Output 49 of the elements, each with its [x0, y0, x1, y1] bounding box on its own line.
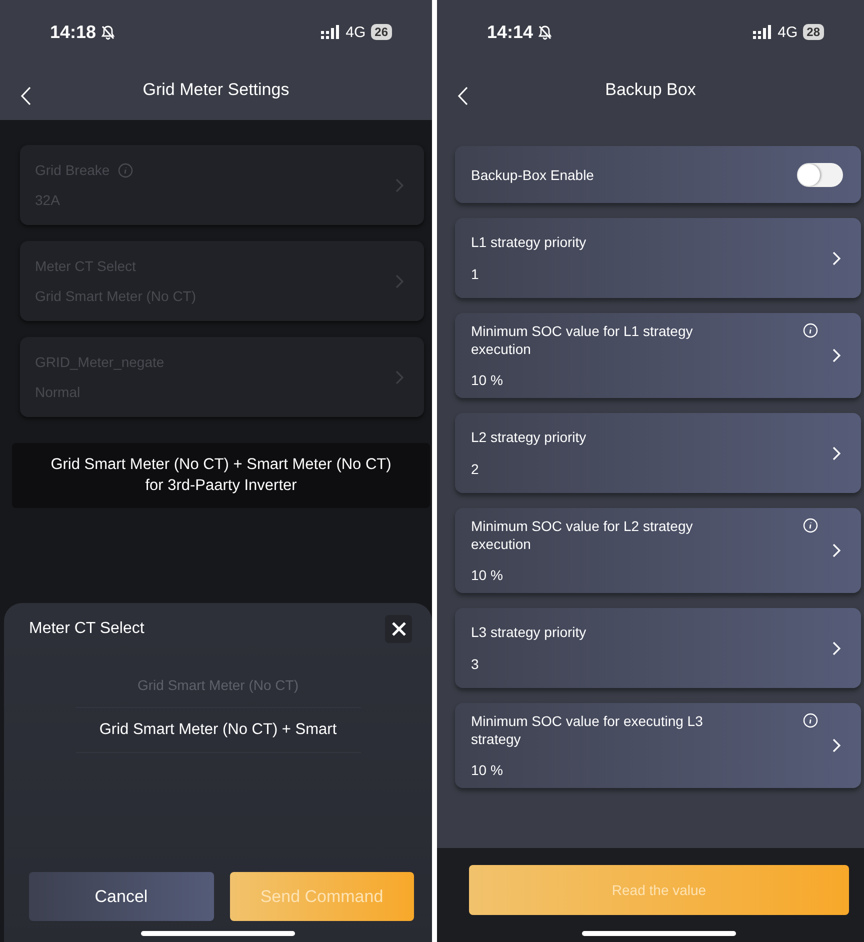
setting-value: 10 % — [471, 762, 504, 778]
setting-value: 3 — [471, 656, 480, 672]
setting-label: Minimum SOC value for executing L3 strategy — [471, 713, 704, 748]
status-time: 14:14 — [487, 22, 534, 42]
bell-muted-icon — [101, 24, 116, 40]
setting-value: 10 % — [471, 567, 504, 583]
meter-toast: Grid Smart Meter (No CT) + Smart Meter (No CT) for 3rd-Paarty Inverter — [12, 443, 430, 508]
setting-card[interactable]: L3 strategy priority 3 — [455, 608, 861, 688]
chevron-right-icon — [832, 348, 841, 363]
picker-option[interactable]: Grid Smart Meter (No CT) + Smart — [76, 708, 360, 753]
chevron-right-icon — [395, 370, 404, 384]
network-type: 4G — [346, 24, 366, 40]
close-button[interactable] — [385, 615, 412, 643]
setting-label: L2 strategy priority — [471, 429, 586, 447]
chevron-right-icon — [832, 446, 841, 460]
setting-label: L3 strategy priority — [471, 624, 586, 642]
signal-icon — [320, 25, 341, 39]
back-icon[interactable] — [457, 86, 469, 106]
setting-label: Minimum SOC value for L1 strategy execution — [471, 323, 694, 358]
battery-level: 26 — [370, 24, 392, 40]
setting-value: 2 — [471, 460, 480, 477]
setting-value: 10 % — [471, 372, 504, 388]
screen-title: Backup Box — [605, 80, 696, 100]
setting-label: Backup-Box Enable — [471, 166, 594, 182]
chevron-right-icon — [832, 543, 841, 558]
battery-level: 28 — [802, 24, 824, 40]
chevron-right-icon — [395, 178, 404, 192]
network-type: 4G — [778, 24, 798, 40]
bell-muted-icon — [538, 24, 552, 40]
setting-value: 1 — [471, 266, 480, 282]
sheet-title: Meter CT Select — [29, 620, 144, 638]
chevron-right-icon — [832, 640, 841, 656]
cancel-button[interactable]: Cancel — [29, 872, 214, 921]
chevron-right-icon — [832, 738, 841, 753]
setting-label: L1 strategy priority — [471, 234, 586, 252]
setting-card[interactable]: Minimum SOC value for L2 strategy execution 10 % — [455, 508, 861, 593]
screen-title: Grid Meter Settings — [142, 80, 290, 100]
signal-icon — [752, 25, 773, 39]
setting-card[interactable]: L1 strategy priority 1 — [455, 218, 861, 298]
close-icon — [390, 621, 406, 637]
back-icon[interactable] — [20, 86, 32, 106]
setting-card[interactable]: Minimum SOC value for L1 strategy execution 10 % — [455, 313, 861, 398]
setting-card[interactable]: Minimum SOC value for executing L3 strategy 10 % — [455, 703, 861, 788]
status-time: 14:18 — [50, 22, 96, 42]
setting-label: Minimum SOC value for L2 strategy execution — [471, 518, 694, 553]
setting-card[interactable]: L2 strategy priority 2 — [455, 413, 861, 493]
chevron-right-icon — [395, 274, 404, 288]
toggle-switch[interactable] — [797, 162, 843, 186]
chevron-right-icon — [832, 250, 841, 266]
